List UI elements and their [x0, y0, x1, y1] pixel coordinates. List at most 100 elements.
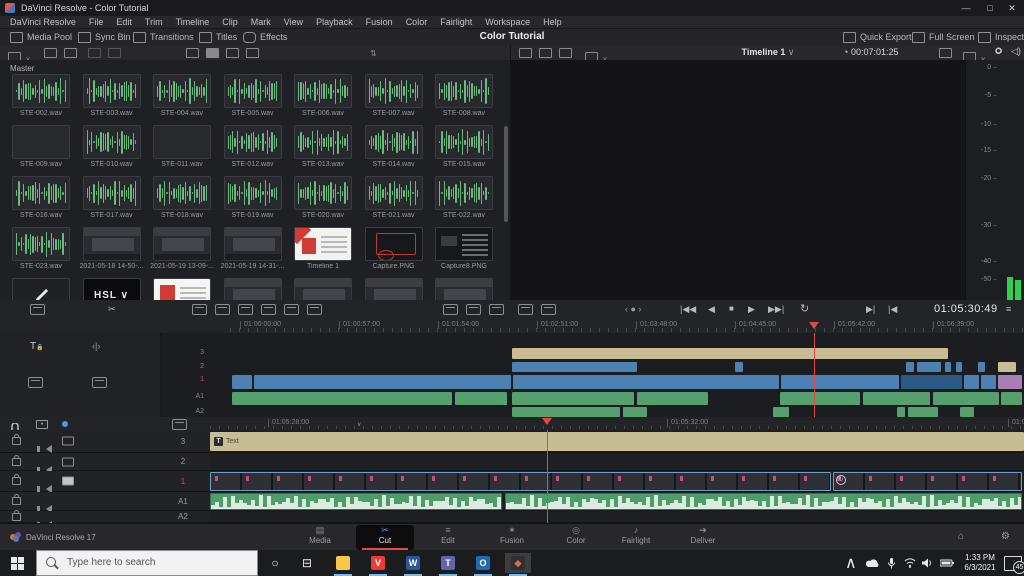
media-clip[interactable]: STE-002.wav [12, 74, 70, 117]
timeline-options-icon-3[interactable] [489, 304, 504, 315]
timeline-clip[interactable] [781, 375, 899, 389]
timeline-clip[interactable] [232, 375, 252, 389]
menu-fusion[interactable]: Fusion [366, 17, 393, 27]
media-clip[interactable]: STE-003.wav [82, 74, 141, 117]
timeline-options-icon-1[interactable] [443, 304, 458, 315]
media-clip[interactable] [364, 278, 423, 300]
multicam-icon[interactable] [939, 48, 952, 58]
media-clip[interactable]: 2021-05-19 13-09-... [150, 227, 214, 270]
track-lock-icon[interactable] [12, 434, 21, 445]
track-monitor-icon[interactable] [62, 476, 74, 486]
media-clip[interactable]: STE-017.wav [82, 176, 141, 219]
timeline-clip[interactable] [863, 392, 930, 405]
timeline-clip[interactable] [512, 392, 634, 405]
text-title-clip[interactable]: T Text [210, 432, 1024, 451]
timeline-clip[interactable] [780, 392, 860, 405]
track-monitor-icon[interactable] [62, 436, 74, 446]
media-clip[interactable]: STE-013.wav [294, 125, 352, 168]
track-lock-icon[interactable] [12, 454, 21, 466]
detail-playhead[interactable] [547, 430, 548, 523]
menu-mark[interactable]: Mark [251, 17, 271, 27]
timeline-clip[interactable] [623, 407, 647, 417]
overview-playhead[interactable] [814, 333, 815, 417]
taskbar-clock[interactable]: 1:33 PM 6/3/2021 [956, 553, 1004, 573]
menu-color[interactable]: Color [406, 17, 428, 27]
flag-color-icon[interactable] [62, 421, 68, 427]
inspector-button[interactable]: Inspector [978, 29, 1024, 45]
play-reverse-button[interactable]: ◀ [708, 300, 715, 318]
menu-edit[interactable]: Edit [116, 17, 132, 27]
timeline-clip[interactable] [637, 392, 708, 405]
menu-clip[interactable]: Clip [222, 17, 238, 27]
media-clip[interactable]: STE-018.wav [153, 176, 211, 219]
timeline-clip[interactable] [933, 392, 999, 405]
color-viewer-icon[interactable]: 🞉 [995, 46, 1002, 57]
timeline-clip[interactable] [512, 348, 948, 359]
media-clip[interactable]: STE-008.wav [435, 74, 493, 117]
media-clip[interactable]: STE-019.wav [223, 176, 282, 219]
taskbar-search-input[interactable]: Type here to search [36, 550, 258, 576]
timeline-clip[interactable] [917, 362, 941, 372]
microphone-icon[interactable] [888, 550, 895, 576]
menu-playback[interactable]: Playback [316, 17, 353, 27]
project-home-icon[interactable]: ⌂ [958, 531, 964, 542]
filmstrip-view-icon[interactable] [226, 48, 239, 58]
audio-clip[interactable] [210, 493, 502, 510]
timeline-options-icon-2[interactable] [466, 304, 481, 315]
track-header-A1[interactable]: A1 [0, 492, 210, 513]
timeline-clip[interactable] [1001, 392, 1022, 405]
media-clip[interactable]: STE-015.wav [435, 125, 493, 168]
timeline-clip[interactable] [254, 375, 511, 389]
taskbar-app-file-explorer[interactable] [330, 553, 356, 576]
timeline-clip[interactable] [964, 375, 979, 389]
media-clip[interactable]: Capture.PNG [364, 227, 423, 270]
taskbar-app-word[interactable]: W [400, 553, 426, 576]
timeline-clip[interactable] [455, 392, 507, 405]
media-clip[interactable]: STE-004.wav [153, 74, 211, 117]
media-clip[interactable]: STE-021.wav [364, 176, 423, 219]
media-pool-scrollbar[interactable] [504, 126, 508, 222]
tray-chevron-icon[interactable]: ∧ [845, 550, 857, 576]
menu-fairlight[interactable]: Fairlight [440, 17, 472, 27]
wifi-icon[interactable] [904, 550, 916, 576]
place-on-top-icon[interactable] [284, 304, 299, 315]
taskbar-app-teams[interactable]: T [435, 553, 461, 576]
timeline-clip[interactable] [735, 362, 743, 372]
media-clip[interactable]: 2021-05-19 14-31-... [221, 227, 284, 270]
tab-fairlight[interactable]: ♪ Fairlight [607, 525, 665, 550]
timeline-clip[interactable] [513, 375, 779, 389]
source-overwrite-icon[interactable] [307, 304, 322, 315]
media-clip[interactable]: 2021-05-18 14-50-... [80, 227, 143, 270]
full-screen-button[interactable]: Full Screen [912, 29, 975, 45]
tab-edit[interactable]: ≡ Edit [419, 525, 477, 550]
onedrive-cloud-icon[interactable] [866, 550, 880, 576]
play-button[interactable]: ▶ [748, 300, 755, 318]
media-clip[interactable] [12, 278, 70, 300]
track-lock-icon[interactable] [12, 494, 21, 505]
maximize-button[interactable]: □ [984, 2, 996, 14]
thumbnail-view-icon[interactable] [206, 48, 219, 58]
timeline-clip[interactable] [998, 375, 1022, 389]
close-up-icon[interactable] [261, 304, 276, 315]
tab-fusion[interactable]: ✶ Fusion [483, 525, 541, 550]
media-clip[interactable]: Capture8.PNG [435, 227, 493, 270]
media-clip[interactable]: STE-012.wav [223, 125, 282, 168]
taskbar-app-task-view[interactable]: ⊟ [294, 553, 320, 573]
menu-davinci-resolve[interactable]: DaVinci Resolve [10, 17, 76, 27]
video-clip[interactable] [210, 472, 831, 491]
overview-playhead-marker[interactable] [809, 322, 819, 329]
timeline-clip[interactable] [512, 407, 620, 417]
media-clip[interactable] [223, 278, 282, 300]
camera-back-icon[interactable]: ‹ ● › [625, 300, 641, 318]
timeline-clip[interactable] [956, 362, 962, 372]
quick-export-button[interactable]: Quick Export [843, 29, 912, 45]
notification-center-icon[interactable]: 45 [1004, 556, 1024, 574]
timeline-clip[interactable] [945, 362, 951, 372]
tab-color[interactable]: ◎ Color [547, 525, 605, 550]
link-icon[interactable] [88, 48, 101, 58]
list-view-icon[interactable] [246, 48, 259, 58]
snapping-magnet-icon[interactable] [10, 419, 23, 431]
add-bin-icon[interactable] [44, 48, 57, 58]
video-clip[interactable]: ↻ [833, 472, 1022, 491]
track-header-A2[interactable]: A2 [0, 509, 210, 523]
